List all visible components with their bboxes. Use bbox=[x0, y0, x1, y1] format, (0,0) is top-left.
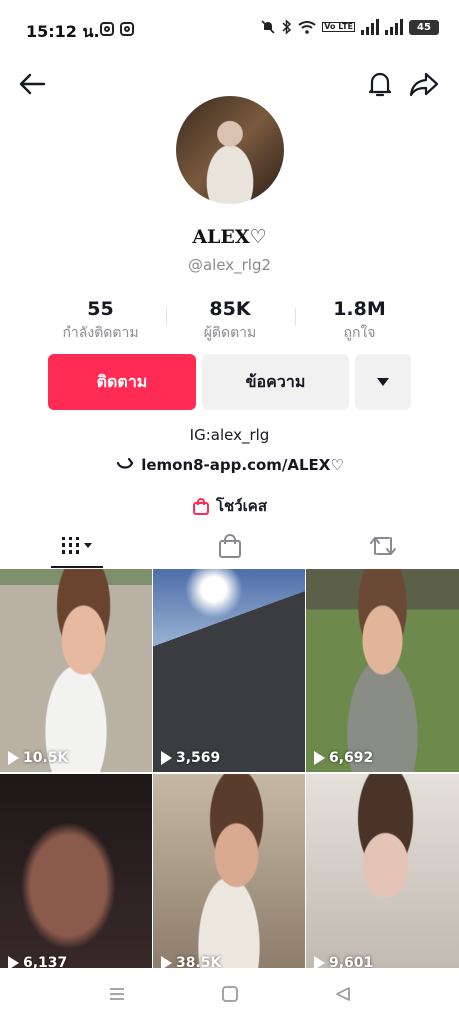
repost-icon bbox=[369, 537, 396, 555]
profile-tabs bbox=[0, 524, 459, 568]
volte-icon: Vo LTE bbox=[322, 22, 355, 32]
mute-bell-icon bbox=[261, 20, 275, 34]
showcase-label: โชว์เคส bbox=[216, 497, 267, 515]
status-bar: 15:12 น. Vo LTE 45 bbox=[0, 0, 459, 60]
view-count: 6,692 bbox=[314, 750, 373, 766]
menu-lines-icon bbox=[109, 988, 124, 1000]
bio-link[interactable]: lemon8-app.com/ALEX♡ bbox=[0, 456, 459, 474]
system-back-button[interactable] bbox=[334, 985, 352, 1007]
battery-icon: 45 bbox=[409, 19, 439, 35]
bio-text: IG:alex_rlg bbox=[189, 426, 270, 444]
status-time: 15:12 น. bbox=[26, 22, 100, 41]
suggested-accounts-button[interactable] bbox=[355, 354, 411, 410]
tab-shop[interactable] bbox=[153, 524, 306, 568]
videos-grid-icon bbox=[61, 537, 92, 554]
view-count: 3,569 bbox=[161, 750, 220, 766]
status-icons: Vo LTE 45 bbox=[260, 19, 439, 35]
shopping-bag-icon bbox=[218, 534, 241, 558]
share-arrow-icon bbox=[409, 72, 439, 97]
video-grid: 10.5K 3,569 6,692 6,137 38.5K 9,601 bbox=[0, 569, 459, 977]
video-thumbnail[interactable]: 10.5K bbox=[0, 569, 152, 772]
caret-down-icon bbox=[377, 378, 389, 386]
stat-value: 55 bbox=[87, 298, 114, 320]
recent-apps-button[interactable] bbox=[108, 986, 126, 1006]
wifi-icon bbox=[298, 21, 316, 34]
bio-link-text: lemon8-app.com/ALEX♡ bbox=[141, 456, 344, 474]
instagram-notification-icon bbox=[100, 22, 114, 36]
signal-icon bbox=[361, 19, 379, 35]
back-triangle-icon bbox=[335, 987, 350, 1001]
home-square-icon bbox=[221, 986, 238, 1002]
video-thumbnail[interactable]: 38.5K bbox=[153, 774, 305, 977]
stat-label: กำลังติดตาม bbox=[62, 325, 139, 341]
home-button[interactable] bbox=[221, 985, 239, 1007]
tab-reposts[interactable] bbox=[306, 524, 459, 568]
back-arrow-icon bbox=[19, 73, 46, 95]
instagram-notification-icon bbox=[120, 22, 134, 36]
avatar[interactable] bbox=[176, 96, 284, 204]
video-thumbnail[interactable]: 9,601 bbox=[306, 774, 459, 977]
tab-videos[interactable] bbox=[0, 524, 153, 568]
view-count-text: 6,692 bbox=[329, 750, 374, 766]
video-thumbnail[interactable]: 6,137 bbox=[0, 774, 152, 977]
shopping-bag-icon bbox=[193, 498, 209, 515]
stat-following[interactable]: 55 กำลังติดตาม bbox=[36, 298, 165, 344]
share-button[interactable] bbox=[406, 66, 442, 102]
video-thumbnail[interactable]: 6,692 bbox=[306, 569, 459, 772]
play-icon bbox=[8, 751, 19, 765]
notifications-button[interactable] bbox=[362, 66, 398, 102]
back-button[interactable] bbox=[14, 66, 50, 102]
follow-button[interactable]: ติดตาม bbox=[48, 354, 196, 410]
showcase-link[interactable]: โชว์เคส bbox=[0, 494, 459, 518]
message-button[interactable]: ข้อความ bbox=[202, 354, 349, 410]
display-name: ALEX♡ bbox=[192, 226, 267, 248]
link-icon bbox=[117, 457, 134, 469]
signal-icon bbox=[385, 19, 403, 35]
username: @alex_rlg2 bbox=[187, 256, 272, 274]
play-icon bbox=[314, 751, 325, 765]
stat-value: 85K bbox=[209, 298, 251, 320]
profile-stats: 55 กำลังติดตาม 85K ผู้ติดตาม 1.8M ถูกใจ bbox=[36, 298, 424, 344]
stat-likes[interactable]: 1.8M ถูกใจ bbox=[295, 298, 424, 344]
profile-actions: ติดตาม ข้อความ bbox=[48, 354, 411, 410]
stat-label: ผู้ติดตาม bbox=[203, 325, 257, 341]
video-thumbnail[interactable]: 3,569 bbox=[153, 569, 305, 772]
bluetooth-icon bbox=[282, 19, 292, 35]
stat-value: 1.8M bbox=[333, 298, 386, 320]
view-count-text: 10.5K bbox=[23, 750, 69, 766]
play-icon bbox=[161, 751, 172, 765]
bell-icon bbox=[368, 72, 392, 97]
stat-label: ถูกใจ bbox=[343, 325, 376, 341]
view-count: 10.5K bbox=[8, 750, 68, 766]
view-count-text: 3,569 bbox=[176, 750, 221, 766]
system-nav-bar bbox=[0, 968, 459, 1024]
stat-followers[interactable]: 85K ผู้ติดตาม bbox=[165, 298, 295, 344]
